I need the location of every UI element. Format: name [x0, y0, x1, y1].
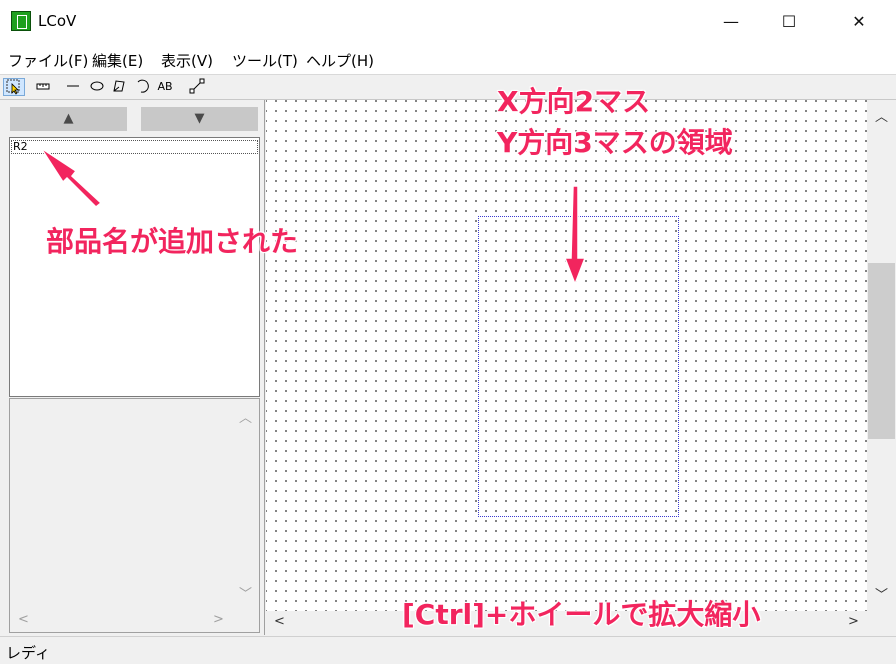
ellipse-tool-icon[interactable] — [86, 78, 108, 96]
scroll-right-icon[interactable]: > — [848, 614, 859, 629]
canvas-vertical-scrollbar[interactable]: ︿ ﹀ — [867, 100, 896, 611]
vertical-scroll-thumb[interactable] — [868, 263, 895, 439]
part-list-item[interactable]: R2 — [11, 140, 258, 154]
polygon-tool-icon[interactable] — [108, 78, 130, 96]
status-text: レディ — [6, 644, 50, 662]
properties-horizontal-scrollbar[interactable]: < > — [10, 610, 231, 632]
move-up-button[interactable]: ▲ — [10, 107, 127, 131]
scroll-down-icon[interactable]: ﹀ — [875, 584, 888, 603]
menu-edit[interactable]: 編集(E) — [92, 50, 143, 71]
maximize-button[interactable]: ☐ — [766, 0, 812, 44]
left-panel: ▲ ▼ R2 ︿ ﹀ < > — [0, 100, 265, 635]
part-region-outline — [478, 216, 679, 517]
select-tool-icon[interactable] — [3, 78, 25, 96]
scroll-right-icon[interactable]: > — [213, 612, 224, 627]
text-tool-icon[interactable]: AB — [154, 78, 176, 96]
close-button[interactable]: ✕ — [836, 0, 882, 44]
properties-vertical-scrollbar[interactable]: ︿ ﹀ — [231, 399, 259, 609]
annotation-zoom-hint: [Ctrl]+ホイールで拡大縮小 — [402, 598, 761, 631]
arc-tool-icon[interactable] — [132, 78, 154, 96]
scroll-up-icon[interactable]: ︿ — [239, 407, 252, 426]
scroll-left-icon[interactable]: < — [18, 612, 29, 627]
wire-tool-icon[interactable] — [186, 78, 208, 96]
menu-help[interactable]: ヘルプ(H) — [306, 50, 374, 71]
part-list[interactable]: R2 — [9, 137, 260, 397]
scroll-up-icon[interactable]: ︿ — [875, 106, 888, 125]
status-bar: レディ — [0, 636, 896, 664]
scroll-left-icon[interactable]: < — [274, 614, 285, 629]
app-icon — [11, 11, 31, 31]
menu-view[interactable]: 表示(V) — [161, 50, 213, 71]
annotation-region-line2: Y方向3マスの領域 — [497, 126, 733, 159]
menu-file[interactable]: ファイル(F) — [8, 50, 88, 71]
minimize-button[interactable]: — — [708, 0, 754, 44]
ruler-tool-icon[interactable] — [32, 78, 54, 96]
title-bar: LCoV — ☐ ✕ — [0, 0, 896, 44]
scroll-down-icon[interactable]: ﹀ — [239, 583, 252, 602]
drawing-canvas[interactable] — [266, 100, 867, 611]
move-down-button[interactable]: ▼ — [141, 107, 258, 131]
menu-tools[interactable]: ツール(T) — [232, 50, 298, 71]
properties-box: ︿ ﹀ < > — [9, 398, 260, 633]
line-tool-icon[interactable] — [62, 78, 84, 96]
annotation-region-line1: X方向2マス — [497, 85, 651, 118]
toolbar: AB — [0, 75, 896, 100]
scroll-corner — [867, 611, 896, 635]
window-title: LCoV — [38, 12, 77, 30]
annotation-part-added: 部品名が追加された — [46, 225, 299, 258]
menu-bar: ファイル(F) 編集(E) 表示(V) ツール(T) ヘルプ(H) — [0, 44, 896, 75]
